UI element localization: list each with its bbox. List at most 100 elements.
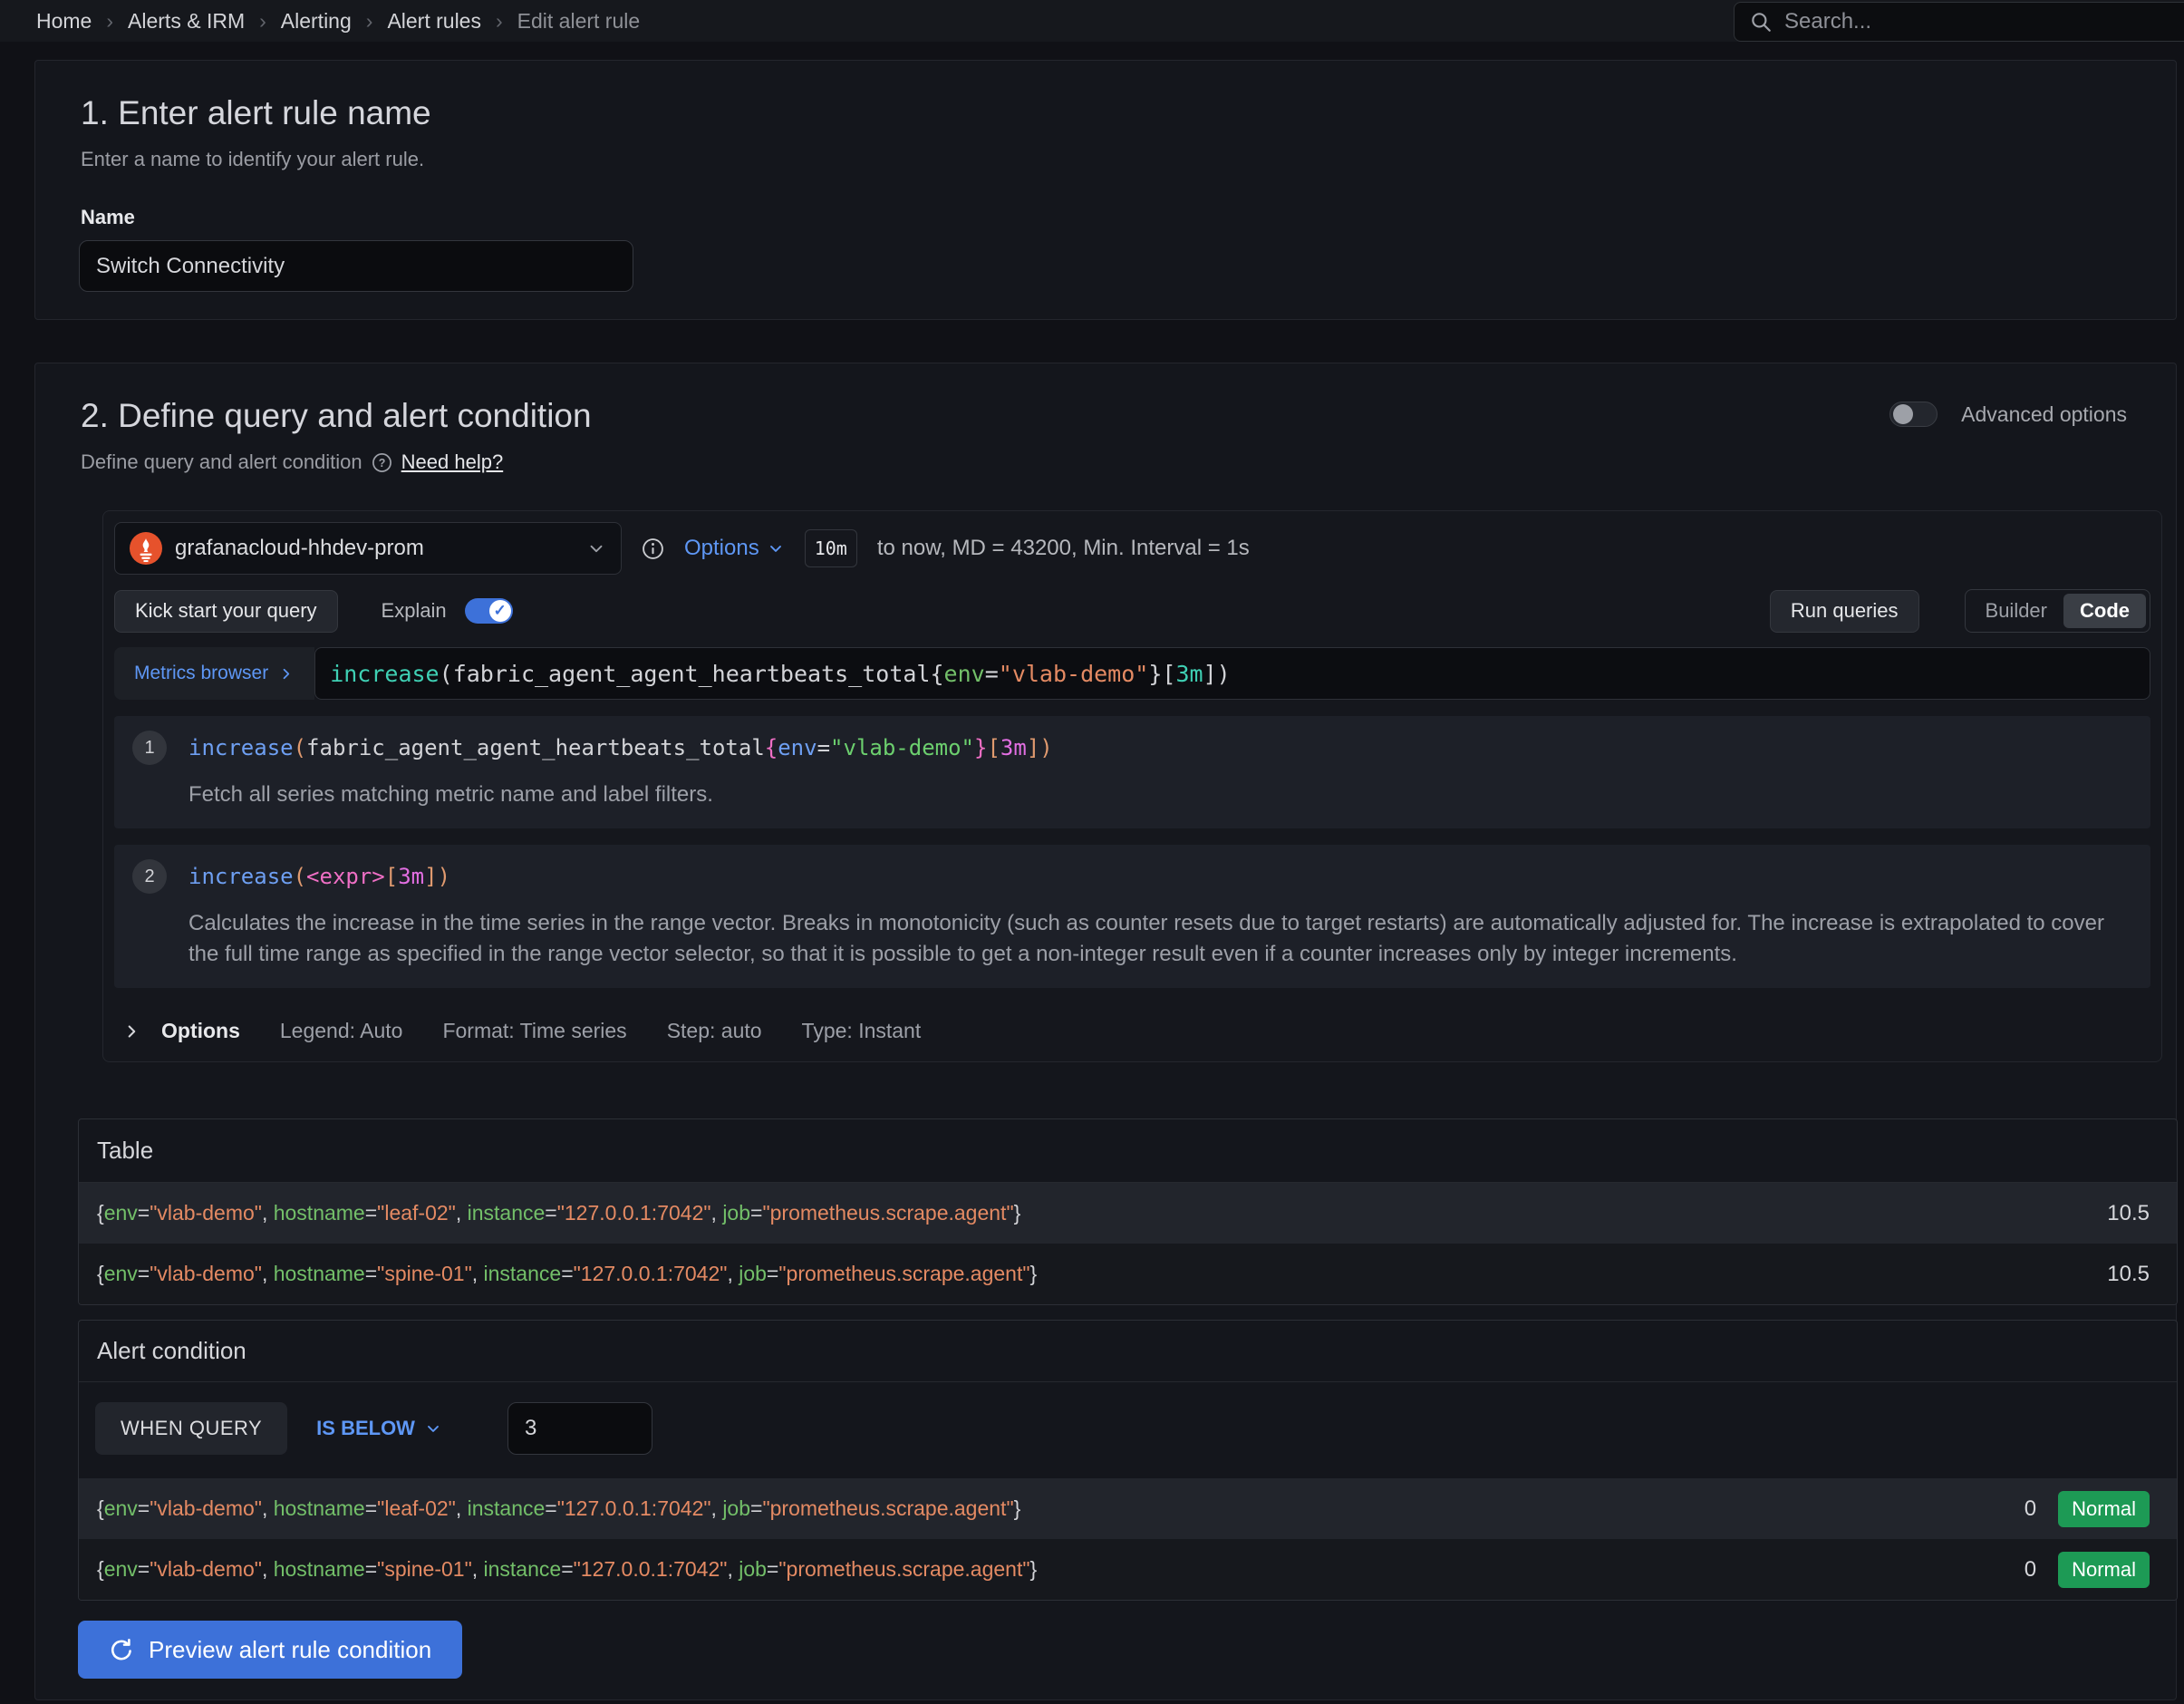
advanced-options-toggle[interactable] xyxy=(1889,402,1938,427)
info-icon[interactable] xyxy=(642,537,664,560)
section2-subtitle-text: Define query and alert condition xyxy=(81,449,362,476)
advanced-options-label: Advanced options xyxy=(1961,402,2127,427)
refresh-icon xyxy=(109,1637,134,1662)
table-row: {env="vlab-demo", hostname="spine-01", i… xyxy=(79,1244,2177,1304)
promql-expression-input[interactable]: increase(fabric_agent_agent_heartbeats_t… xyxy=(314,647,2150,700)
breadcrumb-separator: › xyxy=(259,9,266,34)
option-legend: Legend: Auto xyxy=(280,1019,403,1043)
breadcrumb: Home › Alerts & IRM › Alerting › Alert r… xyxy=(36,9,640,34)
series-value: 0 xyxy=(2025,1496,2036,1522)
toggle-knob xyxy=(1893,404,1913,424)
query-options-summary-row: Options Legend: Auto Format: Time series… xyxy=(114,1006,2150,1050)
options-expander-label: Options xyxy=(161,1019,240,1043)
chevron-down-icon xyxy=(586,538,606,558)
svg-text:?: ? xyxy=(378,456,385,469)
query-toolbar-right: Run queries Builder Code xyxy=(1770,589,2150,633)
option-format: Format: Time series xyxy=(442,1019,626,1043)
series-value: 10.5 xyxy=(2107,1201,2150,1226)
section-define-query-and-alert-condition: Advanced options 2. Define query and ale… xyxy=(34,363,2177,1700)
alert-result-row: {env="vlab-demo", hostname="spine-01", i… xyxy=(79,1539,2177,1600)
series-labels: {env="vlab-demo", hostname="spine-01", i… xyxy=(97,1262,2107,1286)
options-expander[interactable]: Options xyxy=(121,1019,240,1043)
table-results-panel: Table {env="vlab-demo", hostname="leaf-0… xyxy=(78,1118,2178,1305)
when-query-selector[interactable]: WHEN QUERY xyxy=(95,1402,287,1455)
explain-list: 1 increase(fabric_agent_agent_heartbeats_… xyxy=(114,716,2150,988)
metrics-browser-label: Metrics browser xyxy=(134,663,268,684)
breadcrumb-alerts-irm[interactable]: Alerts & IRM xyxy=(128,9,245,34)
code-mode-tab[interactable]: Code xyxy=(2063,594,2146,628)
help-circle-icon: ? xyxy=(372,452,392,473)
section1-subtitle: Enter a name to identify your alert rule… xyxy=(81,146,2176,173)
section-enter-alert-rule-name: 1. Enter alert rule name Enter a name to… xyxy=(34,60,2177,320)
chevron-down-icon xyxy=(424,1419,442,1438)
table-row: {env="vlab-demo", hostname="leaf-02", in… xyxy=(79,1183,2177,1244)
section1-title: 1. Enter alert rule name xyxy=(81,93,2176,133)
explain-step-number: 1 xyxy=(132,731,167,765)
editor-mode-switch: Builder Code xyxy=(1965,589,2150,633)
series-labels: {env="vlab-demo", hostname="leaf-02", in… xyxy=(97,1496,2025,1521)
table-rows: {env="vlab-demo", hostname="leaf-02", in… xyxy=(79,1183,2177,1304)
run-queries-button[interactable]: Run queries xyxy=(1770,590,1919,633)
advanced-options-row: Advanced options xyxy=(1889,402,2127,427)
search-input[interactable] xyxy=(1784,9,2184,34)
query-options-dropdown[interactable]: Options xyxy=(684,536,785,561)
chevron-right-icon xyxy=(121,1021,141,1041)
explain-toggle-group: Explain ✓ xyxy=(382,598,513,624)
section2-title: 2. Define query and alert condition xyxy=(81,396,2176,436)
preview-alert-rule-button[interactable]: Preview alert rule condition xyxy=(78,1621,462,1679)
breadcrumb-current: Edit alert rule xyxy=(517,9,641,34)
query-options-label: Options xyxy=(684,536,759,561)
breadcrumb-separator: › xyxy=(366,9,373,34)
explain-toggle[interactable]: ✓ xyxy=(465,598,513,624)
section2-subtitle: Define query and alert condition ? Need … xyxy=(81,449,2176,476)
alert-condition-controls: WHEN QUERY IS BELOW xyxy=(79,1382,2177,1478)
alert-condition-panel: Alert condition WHEN QUERY IS BELOW {env… xyxy=(78,1320,2178,1601)
datasource-name: grafanacloud-hhdev-prom xyxy=(175,536,574,561)
time-range-badge[interactable]: 10m xyxy=(805,529,857,567)
preview-button-label: Preview alert rule condition xyxy=(149,1636,431,1664)
chevron-down-icon xyxy=(767,539,785,557)
breadcrumb-home[interactable]: Home xyxy=(36,9,92,34)
name-field-label: Name xyxy=(81,206,2176,229)
query-toolbar: Kick start your query Explain ✓ Run quer… xyxy=(114,589,2150,633)
explain-label: Explain xyxy=(382,599,447,623)
explain-code: increase(fabric_agent_agent_heartbeats_t… xyxy=(188,735,1053,760)
prometheus-icon xyxy=(130,532,162,565)
metrics-browser-button[interactable]: Metrics browser xyxy=(114,647,314,700)
explain-panel: 1 increase(fabric_agent_agent_heartbeats_… xyxy=(114,716,2150,828)
option-type: Type: Instant xyxy=(802,1019,922,1043)
series-labels: {env="vlab-demo", hostname="spine-01", i… xyxy=(97,1557,2025,1582)
table-panel-title: Table xyxy=(79,1119,2177,1183)
state-badge: Normal xyxy=(2058,1552,2150,1588)
threshold-input[interactable] xyxy=(507,1402,652,1455)
query-editor-card: grafanacloud-hhdev-prom Options 10m to n… xyxy=(102,510,2162,1062)
search-box[interactable] xyxy=(1734,2,2184,42)
query-input-row: Metrics browser increase(fabric_agent_ag… xyxy=(114,647,2150,700)
explain-code: increase(<expr>[3m]) xyxy=(188,864,450,889)
alert-rule-name-input[interactable] xyxy=(79,240,633,292)
search-icon xyxy=(1749,10,1773,34)
breadcrumb-alert-rules[interactable]: Alert rules xyxy=(387,9,481,34)
breadcrumb-separator: › xyxy=(496,9,503,34)
state-badge: Normal xyxy=(2058,1491,2150,1527)
datasource-row: grafanacloud-hhdev-prom Options 10m to n… xyxy=(114,522,2150,575)
kick-start-query-button[interactable]: Kick start your query xyxy=(114,590,338,633)
explain-description: Fetch all series matching metric name an… xyxy=(188,779,2119,810)
operator-label: IS BELOW xyxy=(316,1417,415,1440)
alert-condition-title: Alert condition xyxy=(79,1321,2177,1382)
top-nav-bar: Home › Alerts & IRM › Alerting › Alert r… xyxy=(0,0,2184,42)
query-expression: increase(fabric_agent_agent_heartbeats_t… xyxy=(330,661,1230,687)
breadcrumb-alerting[interactable]: Alerting xyxy=(281,9,352,34)
explain-step-number: 2 xyxy=(132,859,167,894)
alert-result-row: {env="vlab-demo", hostname="leaf-02", in… xyxy=(79,1478,2177,1539)
need-help-link[interactable]: Need help? xyxy=(401,449,504,476)
explain-panel: 2 increase(<expr>[3m]) Calculates the incr… xyxy=(114,845,2150,988)
breadcrumb-separator: › xyxy=(106,9,113,34)
builder-mode-tab[interactable]: Builder xyxy=(1969,594,2063,628)
option-step: Step: auto xyxy=(667,1019,762,1043)
explain-description: Calculates the increase in the time seri… xyxy=(188,908,2119,970)
datasource-picker[interactable]: grafanacloud-hhdev-prom xyxy=(114,522,622,575)
chevron-right-icon xyxy=(277,665,295,683)
series-value: 0 xyxy=(2025,1557,2036,1583)
operator-dropdown[interactable]: IS BELOW xyxy=(316,1417,442,1440)
